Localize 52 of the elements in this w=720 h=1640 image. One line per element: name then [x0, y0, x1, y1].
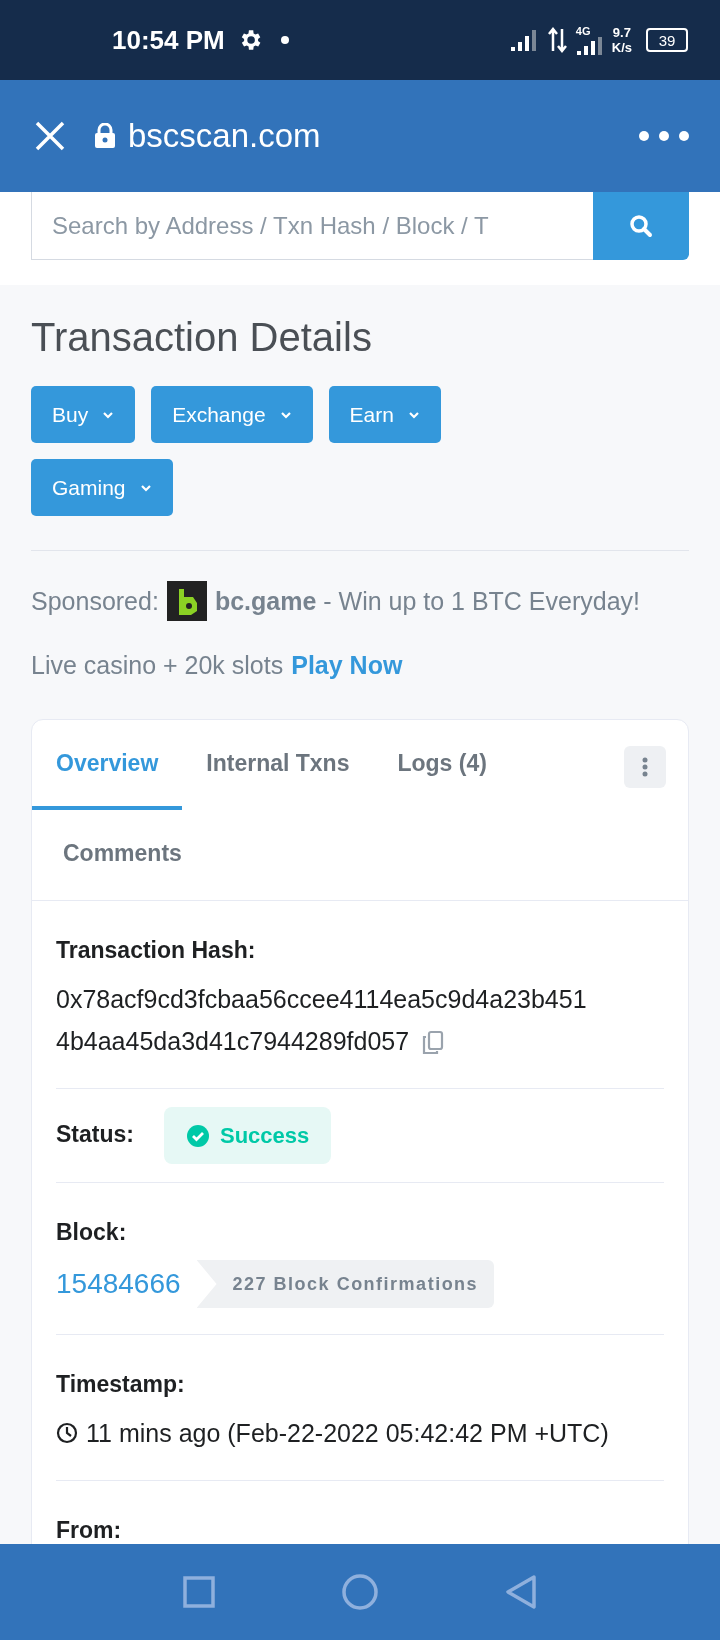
status-time: 10:54 PM	[112, 24, 225, 56]
search-icon	[629, 214, 653, 238]
lock-icon	[94, 123, 116, 149]
tab[interactable]: Overview	[32, 720, 183, 810]
search-button[interactable]	[593, 192, 689, 260]
signal-icon	[575, 36, 604, 55]
ad-text: Live casino + 20k slots	[31, 650, 284, 680]
back-icon[interactable]	[505, 1574, 537, 1610]
dropdown-button[interactable]: Gaming	[31, 459, 173, 516]
caret-icon	[102, 410, 115, 419]
check-circle-icon	[185, 1123, 210, 1148]
tab[interactable]: Internal Txns	[182, 720, 374, 810]
field-label: Timestamp:	[56, 1371, 186, 1398]
speed-unit: K/s	[611, 40, 632, 55]
field-label: Status:	[56, 1121, 134, 1148]
data-arrows-icon	[547, 27, 568, 53]
caret-icon	[279, 410, 292, 419]
block-link[interactable]: 15484666	[56, 1263, 181, 1305]
network-speed: 9.7	[612, 25, 631, 40]
field-label: Block:	[56, 1219, 128, 1246]
home-icon[interactable]	[341, 1573, 379, 1611]
field-label: Transaction Hash:	[56, 937, 257, 964]
notification-dot-icon	[280, 36, 289, 44]
tab[interactable]: Comments	[32, 810, 213, 900]
dropdown-button[interactable]: Earn	[328, 386, 441, 443]
play-now-link[interactable]: Play Now	[291, 650, 403, 680]
network-type: 4G	[575, 25, 591, 37]
search-field[interactable]: Search by Address / Txn Hash / Block / T	[31, 192, 593, 260]
page-title: Transaction Details	[31, 315, 373, 360]
close-icon[interactable]	[34, 120, 66, 152]
more-tabs-button[interactable]	[624, 746, 666, 788]
more-options-icon[interactable]	[638, 130, 690, 142]
transaction-hash: 0x78acf9cd3fcbaa56ccee4114ea5c9d4a23b451	[56, 985, 587, 1013]
caret-icon	[139, 483, 152, 492]
tab[interactable]: Logs (4)	[373, 720, 511, 810]
recent-apps-icon[interactable]	[183, 1576, 215, 1608]
more-icon	[642, 757, 648, 777]
dropdown-button[interactable]: Buy	[31, 386, 136, 443]
caret-icon	[407, 410, 420, 419]
field-label: From:	[56, 1517, 123, 1544]
status-badge: Success	[163, 1107, 332, 1164]
timestamp-value: 11 mins ago (Feb-22-2022 05:42:42 PM +UTC)	[86, 1418, 609, 1449]
transaction-hash: 4b4aa45da3d41c7944289fd057	[56, 1027, 410, 1055]
clock-icon	[56, 1422, 78, 1444]
ad-text: bc.game - Win up to 1 BTC Everyday!	[214, 586, 641, 616]
battery-icon: 39	[646, 28, 688, 52]
dropdown-button[interactable]: Exchange	[151, 386, 313, 443]
url-text[interactable]: bscscan.com	[128, 117, 321, 155]
sponsored-label: Sponsored:	[31, 586, 159, 616]
confirmations-tag: 227 Block Confirmations	[196, 1260, 495, 1308]
logo-icon	[166, 581, 207, 621]
copy-icon[interactable]	[421, 1030, 446, 1057]
